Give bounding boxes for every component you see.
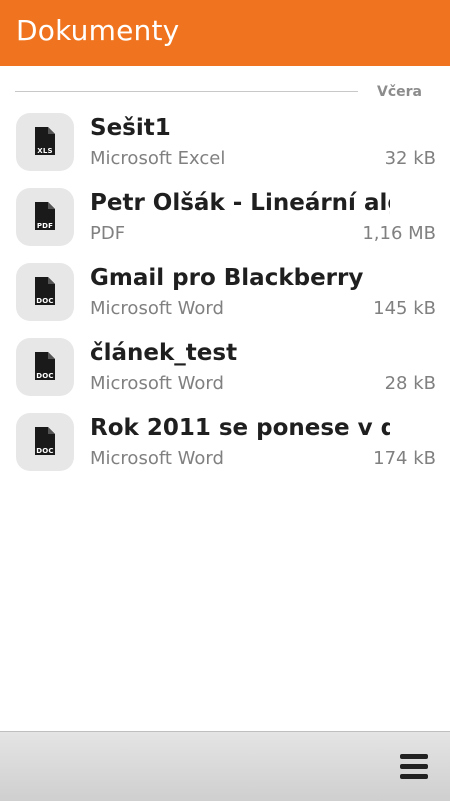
pdf-file-icon: PDF: [16, 188, 74, 246]
section-date-label: Včera: [377, 84, 422, 100]
document-size: 145 kB: [373, 298, 436, 319]
file-extension-label: PDF: [36, 222, 54, 230]
document-size: 28 kB: [384, 373, 436, 394]
bottom-toolbar: [0, 731, 450, 801]
document-size: 32 kB: [384, 148, 436, 169]
doc-file-icon: DOC: [16, 413, 74, 471]
document-name: Rok 2011 se ponese v du…: [90, 415, 390, 441]
document-type: Microsoft Excel: [90, 148, 226, 169]
document-item[interactable]: DOC Gmail pro Blackberry Microsoft Word …: [0, 255, 450, 330]
file-extension-label: DOC: [36, 372, 54, 380]
document-size: 1,16 MB: [362, 223, 436, 244]
title-bar: Dokumenty: [0, 0, 450, 66]
document-item[interactable]: XLS Sešit1 Microsoft Excel 32 kB: [0, 105, 450, 180]
document-name: Gmail pro Blackberry: [90, 265, 364, 291]
document-type: Microsoft Word: [90, 448, 224, 469]
document-name: Petr Olšák - Lineární alg…: [90, 190, 390, 216]
file-extension-label: DOC: [36, 447, 54, 455]
document-name: Sešit1: [90, 115, 171, 141]
menu-icon-bar: [400, 764, 428, 769]
document-type: Microsoft Word: [90, 373, 224, 394]
menu-icon-bar: [400, 754, 428, 759]
document-item[interactable]: PDF Petr Olšák - Lineární alg… PDF 1,16 …: [0, 180, 450, 255]
file-extension-label: XLS: [37, 147, 53, 155]
document-item[interactable]: DOC Rok 2011 se ponese v du… Microsoft W…: [0, 405, 450, 480]
page-title: Dokumenty: [16, 14, 180, 47]
document-item[interactable]: DOC článek_test Microsoft Word 28 kB: [0, 330, 450, 405]
document-type: Microsoft Word: [90, 298, 224, 319]
doc-file-icon: DOC: [16, 263, 74, 321]
document-name: článek_test: [90, 340, 238, 366]
document-size: 174 kB: [373, 448, 436, 469]
document-list: XLS Sešit1 Microsoft Excel 32 kB PDF Pet…: [0, 105, 450, 480]
menu-icon-bar: [400, 774, 428, 779]
xls-file-icon: XLS: [16, 113, 74, 171]
menu-icon[interactable]: [400, 754, 428, 780]
file-extension-label: DOC: [36, 297, 54, 305]
document-type: PDF: [90, 223, 126, 244]
doc-file-icon: DOC: [16, 338, 74, 396]
section-divider: [15, 91, 358, 92]
